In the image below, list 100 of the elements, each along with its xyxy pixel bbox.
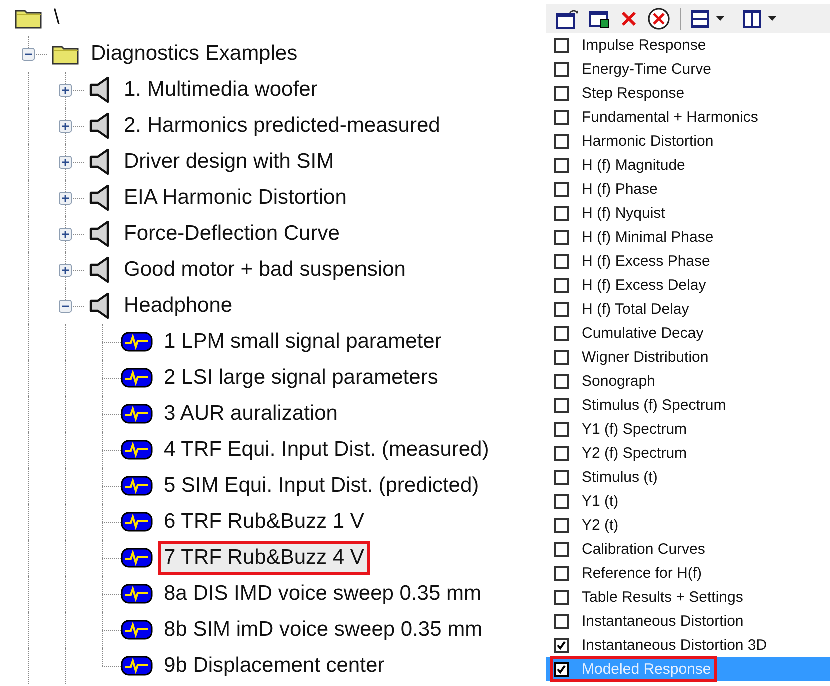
checkbox[interactable] bbox=[554, 134, 569, 148]
tree-item[interactable]: Driver design with SIM bbox=[124, 148, 334, 176]
checkbox[interactable] bbox=[554, 494, 569, 508]
tree-item[interactable]: EIA Harmonic Distortion bbox=[124, 184, 347, 212]
expand-button[interactable] bbox=[59, 156, 72, 169]
waveform-icon bbox=[121, 547, 153, 569]
checkbox[interactable] bbox=[554, 62, 569, 76]
result-label: Stimulus (t) bbox=[581, 468, 659, 486]
result-item[interactable]: Fundamental + Harmonics bbox=[546, 105, 830, 129]
result-label: H (f) Excess Phase bbox=[581, 252, 712, 270]
result-label: Y1 (f) Spectrum bbox=[581, 420, 688, 438]
checkbox[interactable] bbox=[554, 302, 569, 316]
expand-button[interactable] bbox=[59, 264, 72, 277]
result-label: H (f) Total Delay bbox=[581, 300, 690, 318]
result-item[interactable]: Stimulus (f) Spectrum bbox=[546, 393, 830, 417]
vertical-split-icon[interactable] bbox=[742, 8, 762, 28]
window-arrow-icon[interactable] bbox=[556, 8, 580, 28]
horizontal-split-icon[interactable] bbox=[690, 8, 710, 28]
checkbox[interactable] bbox=[554, 446, 569, 460]
tree-item[interactable]: Headphone bbox=[124, 292, 233, 320]
result-label: Y2 (t) bbox=[581, 516, 620, 534]
checkbox[interactable] bbox=[554, 662, 569, 676]
checkbox[interactable] bbox=[554, 230, 569, 244]
tree-item[interactable]: Diagnostics Examples bbox=[91, 40, 298, 68]
tree-item[interactable]: 1 LPM small signal parameter bbox=[164, 328, 442, 356]
result-item[interactable]: H (f) Excess Phase bbox=[546, 249, 830, 273]
expand-button[interactable] bbox=[59, 192, 72, 205]
result-item[interactable]: Energy-Time Curve bbox=[546, 57, 830, 81]
result-item[interactable]: Y1 (t) bbox=[546, 489, 830, 513]
checkbox[interactable] bbox=[554, 350, 569, 364]
result-item[interactable]: Impulse Response bbox=[546, 33, 830, 57]
tree-item[interactable]: 8a DIS IMD voice sweep 0.35 mm bbox=[164, 580, 482, 608]
tree-item[interactable]: Force-Deflection Curve bbox=[124, 220, 340, 248]
result-label: Reference for H(f) bbox=[581, 564, 704, 582]
checkbox[interactable] bbox=[554, 590, 569, 604]
checkbox[interactable] bbox=[554, 110, 569, 124]
checkbox[interactable] bbox=[554, 158, 569, 172]
collapse-button[interactable] bbox=[22, 48, 35, 61]
result-item[interactable]: H (f) Total Delay bbox=[546, 297, 830, 321]
expand-button[interactable] bbox=[59, 84, 72, 97]
checkbox[interactable] bbox=[554, 278, 569, 292]
result-item[interactable]: Stimulus (t) bbox=[546, 465, 830, 489]
checkbox[interactable] bbox=[554, 542, 569, 556]
result-item[interactable]: Table Results + Settings bbox=[546, 585, 830, 609]
result-item[interactable]: H (f) Phase bbox=[546, 177, 830, 201]
waveform-icon bbox=[121, 583, 153, 605]
checkbox[interactable] bbox=[554, 398, 569, 412]
result-item[interactable]: Reference for H(f) bbox=[546, 561, 830, 585]
tree-item[interactable]: Good motor + bad suspension bbox=[124, 256, 406, 284]
result-item[interactable]: H (f) Magnitude bbox=[546, 153, 830, 177]
tree-item[interactable]: 6 TRF Rub&Buzz 1 V bbox=[164, 508, 364, 536]
expand-button[interactable] bbox=[59, 228, 72, 241]
tree-item[interactable]: 3 AUR auralization bbox=[164, 400, 338, 428]
checkbox[interactable] bbox=[554, 182, 569, 196]
result-item[interactable]: Wigner Distribution bbox=[546, 345, 830, 369]
checkbox[interactable] bbox=[554, 422, 569, 436]
result-item[interactable]: H (f) Nyquist bbox=[546, 201, 830, 225]
checkbox[interactable] bbox=[554, 86, 569, 100]
result-item[interactable]: Step Response bbox=[546, 81, 830, 105]
result-item[interactable]: Y2 (f) Spectrum bbox=[546, 441, 830, 465]
tree-item[interactable]: 5 SIM Equi. Input Dist. (predicted) bbox=[164, 472, 480, 500]
tree-item[interactable]: 2 LSI large signal parameters bbox=[164, 364, 438, 392]
result-item[interactable]: Y1 (f) Spectrum bbox=[546, 417, 830, 441]
delete-icon[interactable] bbox=[620, 10, 638, 28]
collapse-button[interactable] bbox=[59, 300, 72, 313]
checkbox[interactable] bbox=[554, 38, 569, 52]
result-item[interactable]: Instantaneous Distortion 3D bbox=[546, 633, 830, 657]
checkbox[interactable] bbox=[554, 470, 569, 484]
result-item[interactable]: Y2 (t) bbox=[546, 513, 830, 537]
tree-item[interactable]: 2. Harmonics predicted-measured bbox=[124, 112, 440, 140]
checkbox[interactable] bbox=[554, 518, 569, 532]
result-item[interactable]: Calibration Curves bbox=[546, 537, 830, 561]
tree-item[interactable]: 7 TRF Rub&Buzz 4 V bbox=[161, 544, 368, 572]
caret-icon[interactable] bbox=[768, 16, 777, 22]
result-item[interactable]: Cumulative Decay bbox=[546, 321, 830, 345]
result-label: Wigner Distribution bbox=[581, 348, 710, 366]
checkbox[interactable] bbox=[554, 374, 569, 388]
result-item[interactable]: H (f) Minimal Phase bbox=[546, 225, 830, 249]
tree-item[interactable]: 4 TRF Equi. Input Dist. (measured) bbox=[164, 436, 490, 464]
result-item[interactable]: H (f) Excess Delay bbox=[546, 273, 830, 297]
result-item[interactable]: Instantaneous Distortion bbox=[546, 609, 830, 633]
checkbox[interactable] bbox=[554, 326, 569, 340]
tree-item[interactable]: 8b SIM imD voice sweep 0.35 mm bbox=[164, 616, 483, 644]
expand-button[interactable] bbox=[59, 120, 72, 133]
tree-item[interactable]: 1. Multimedia woofer bbox=[124, 76, 318, 104]
window-lock-icon[interactable] bbox=[589, 8, 611, 28]
waveform-icon bbox=[121, 655, 153, 677]
result-item[interactable]: Sonograph bbox=[546, 369, 830, 393]
checkbox[interactable] bbox=[554, 614, 569, 628]
circled-x-icon[interactable] bbox=[647, 6, 671, 30]
checkbox[interactable] bbox=[554, 206, 569, 220]
tree-item[interactable]: 9b Displacement center bbox=[164, 652, 385, 680]
checkbox[interactable] bbox=[554, 254, 569, 268]
result-item[interactable]: Harmonic Distortion bbox=[546, 129, 830, 153]
waveform-icon bbox=[121, 475, 153, 497]
checkbox[interactable] bbox=[554, 566, 569, 580]
caret-icon[interactable] bbox=[716, 16, 725, 22]
checkbox[interactable] bbox=[554, 638, 569, 652]
tree-item[interactable]: \ bbox=[54, 4, 60, 32]
result-label: Y1 (t) bbox=[581, 492, 620, 510]
